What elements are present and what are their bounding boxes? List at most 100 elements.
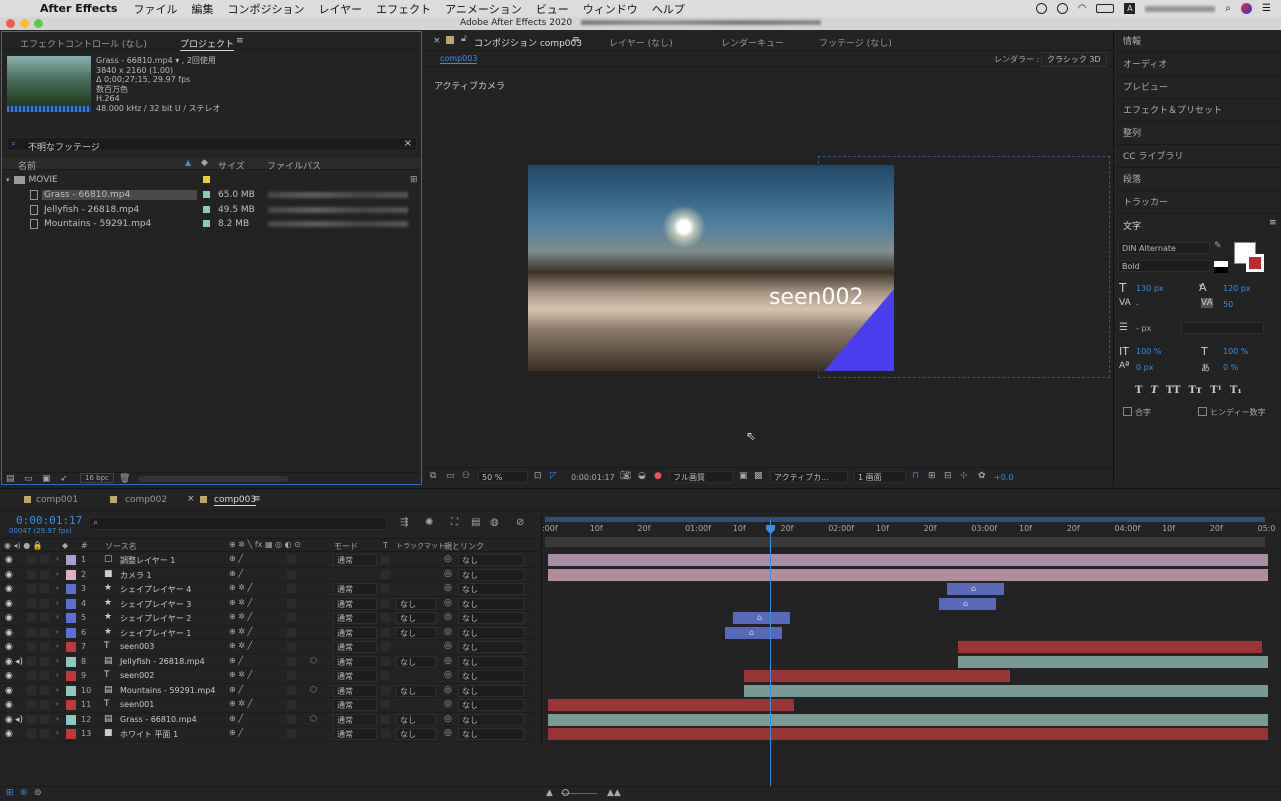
pickwhip-icon[interactable]: ◎ <box>444 569 452 579</box>
layer-duration-bar[interactable] <box>548 568 1268 581</box>
interpret-footage-icon[interactable]: ▤ <box>6 474 15 484</box>
track-matte-select[interactable]: なし <box>396 626 436 639</box>
flowchart-icon[interactable]: ⊞ <box>410 175 418 185</box>
layer-duration-bar[interactable]: ⌂ <box>947 583 1004 595</box>
pickwhip-icon[interactable]: ◎ <box>444 583 452 593</box>
timeline-timecode[interactable]: 0:00:01:17 <box>16 514 82 527</box>
expand-layer-icon[interactable]: › <box>56 700 59 708</box>
layer-switch-icons[interactable]: ⊕ ✲ ╱ <box>229 598 252 607</box>
project-search-input[interactable]: ⌕ 不明なフッテージ × <box>7 137 417 153</box>
tab-render-queue[interactable]: レンダーキュー <box>721 36 784 49</box>
lock-switch[interactable] <box>40 584 49 593</box>
parent-select[interactable]: なし <box>458 728 524 740</box>
creative-cloud-icon[interactable] <box>1056 3 1068 14</box>
layer-duration-bar[interactable] <box>548 713 1268 726</box>
tab-composition[interactable]: コンポジション comp003 <box>474 36 582 49</box>
record-icon[interactable] <box>1035 3 1047 14</box>
layer-row[interactable]: ◉ › 1 ▢ 調整レイヤー 1 ⊕ ╱ 通常 ◎ なし <box>0 553 541 568</box>
lock-switch[interactable] <box>40 656 49 666</box>
parent-select[interactable]: なし <box>458 568 524 581</box>
3d-layer-icon[interactable]: ⬡ <box>310 714 317 723</box>
lock-switch[interactable] <box>40 714 49 724</box>
new-folder-icon[interactable]: ▭ <box>24 474 33 484</box>
speaker-icon[interactable]: ◂) <box>15 657 23 667</box>
layer-duration-bar[interactable] <box>548 699 794 711</box>
layer-duration-bar[interactable] <box>744 684 1268 697</box>
layer-switch-icons[interactable]: ⊕ ╱ <box>229 569 243 578</box>
layer-row[interactable]: ◉ › 7 Tseen003 ⊕ ✲ ╱ 通常 ◎ なし <box>0 640 541 655</box>
menu-layer[interactable]: レイヤー <box>318 1 362 17</box>
layer-label-color[interactable] <box>66 714 76 725</box>
layer-row[interactable]: ◉ › 10 ▤ Mountains - 59291.mp4 ⊕ ╱ ⬡ 通常 なし ◎ なし <box>0 684 541 698</box>
parent-select[interactable]: なし <box>458 626 524 639</box>
parent-select[interactable]: なし <box>458 670 524 682</box>
layer-switch-icons[interactable]: ⊕ ╱ <box>229 714 243 723</box>
layer-name[interactable]: シェイプレイヤー 2 <box>120 613 191 624</box>
blend-mode-select[interactable]: 通常 <box>333 583 377 595</box>
channel-icon[interactable]: ● <box>654 471 662 481</box>
fit-icon[interactable]: ⊡ <box>534 471 542 481</box>
minimize-window-icon[interactable] <box>20 19 29 28</box>
folder-expand-icon[interactable]: ▾ <box>6 176 10 184</box>
layer-row[interactable]: ◉ › 5 ★ シェイプレイヤー 2 ⊕ ✲ ╱ 通常 なし ◎ なし <box>0 611 541 626</box>
eye-icon[interactable]: ◉ <box>5 671 13 681</box>
draft-3d-timeline-icon[interactable]: ✺ <box>425 517 433 528</box>
app-menu[interactable]: After Effects <box>40 2 117 15</box>
col-filepath[interactable]: ファイルパス <box>267 159 321 172</box>
eye-icon[interactable]: ◉ <box>5 657 13 667</box>
monitor-icon[interactable]: ▭ <box>446 471 455 481</box>
render-icon[interactable]: ➶ <box>60 474 68 484</box>
input-source-icon[interactable]: A <box>1124 3 1136 14</box>
track-matte-select[interactable]: なし <box>396 655 436 668</box>
layer-name[interactable]: seen001 <box>120 700 154 709</box>
work-area-bar[interactable] <box>545 517 1265 522</box>
layer-name[interactable]: カメラ 1 <box>120 570 152 581</box>
layer-label-color[interactable] <box>66 671 76 681</box>
character-menu-icon[interactable]: ≡ <box>1269 218 1277 228</box>
preserve-transparency-switch[interactable] <box>381 729 390 738</box>
zoom-slider-thumb[interactable] <box>562 789 569 796</box>
faux-bold-button[interactable]: T <box>1135 385 1142 396</box>
subscript-button[interactable]: T₁ <box>1230 385 1242 396</box>
layer-label-color[interactable] <box>66 729 76 739</box>
solo-switch[interactable] <box>27 714 36 724</box>
layer-row[interactable]: ◉ › 6 ★ シェイプレイヤー 1 ⊕ ✲ ╱ 通常 なし ◎ なし <box>0 626 541 640</box>
track-matte-select[interactable]: なし <box>396 713 436 726</box>
comp-mini-flowchart-icon[interactable]: ⇶ <box>400 517 408 528</box>
layer-duration-bar[interactable]: ⌂ <box>725 626 782 639</box>
folder-row[interactable]: ▾ MOVIE ⊞ <box>2 173 421 188</box>
right-panel-item[interactable]: 整列 <box>1115 123 1279 145</box>
baseline-shift-value[interactable]: 0 px <box>1136 363 1153 372</box>
layer-switch-icons[interactable]: ⊕ ╱ <box>229 554 243 563</box>
panel-menu-icon[interactable]: ≡ <box>236 36 244 46</box>
track-matte-select[interactable]: なし <box>396 728 436 740</box>
motion-blur-icon[interactable]: ◍ <box>490 517 499 528</box>
lock-switch[interactable] <box>40 613 49 622</box>
solo-switch[interactable] <box>27 555 36 564</box>
pickwhip-icon[interactable]: ◎ <box>444 612 452 622</box>
eye-icon[interactable]: ◉ <box>5 686 13 696</box>
layer-duration-bar[interactable] <box>958 641 1262 653</box>
wifi-icon[interactable]: ◠ <box>1078 3 1087 14</box>
tab-project[interactable]: プロジェクト <box>180 37 235 51</box>
preserve-transparency-switch[interactable] <box>381 569 390 579</box>
right-panel-item[interactable]: エフェクト＆プリセット <box>1115 100 1279 122</box>
layer-switches-icon[interactable]: ⊞ <box>6 788 14 798</box>
expand-layer-icon[interactable]: › <box>56 555 59 563</box>
render-time-icon[interactable]: ⊜ <box>34 788 42 798</box>
close-tab-icon[interactable]: × <box>433 36 441 46</box>
tab-comp001[interactable]: comp001 <box>36 495 78 505</box>
hindi-digits-checkbox[interactable] <box>1198 407 1207 416</box>
adjustment-switch[interactable] <box>287 555 296 564</box>
blend-mode-select[interactable]: 通常 <box>333 670 377 682</box>
expand-layer-icon[interactable]: › <box>56 657 59 665</box>
parent-select[interactable]: なし <box>458 597 524 610</box>
pickwhip-icon[interactable]: ◎ <box>444 598 452 608</box>
comp-breadcrumb[interactable]: comp003 <box>440 54 478 64</box>
layer-switch-icons[interactable]: ⊕ ✲ ╱ <box>229 670 252 679</box>
stroke-width-value[interactable]: - px <box>1136 324 1151 333</box>
timeline-search-input[interactable]: ⌕ <box>89 517 387 530</box>
keyframe-marker-icon[interactable]: ⌂ <box>749 628 754 637</box>
parent-select[interactable]: なし <box>458 612 524 624</box>
adjustment-switch[interactable] <box>287 729 296 738</box>
